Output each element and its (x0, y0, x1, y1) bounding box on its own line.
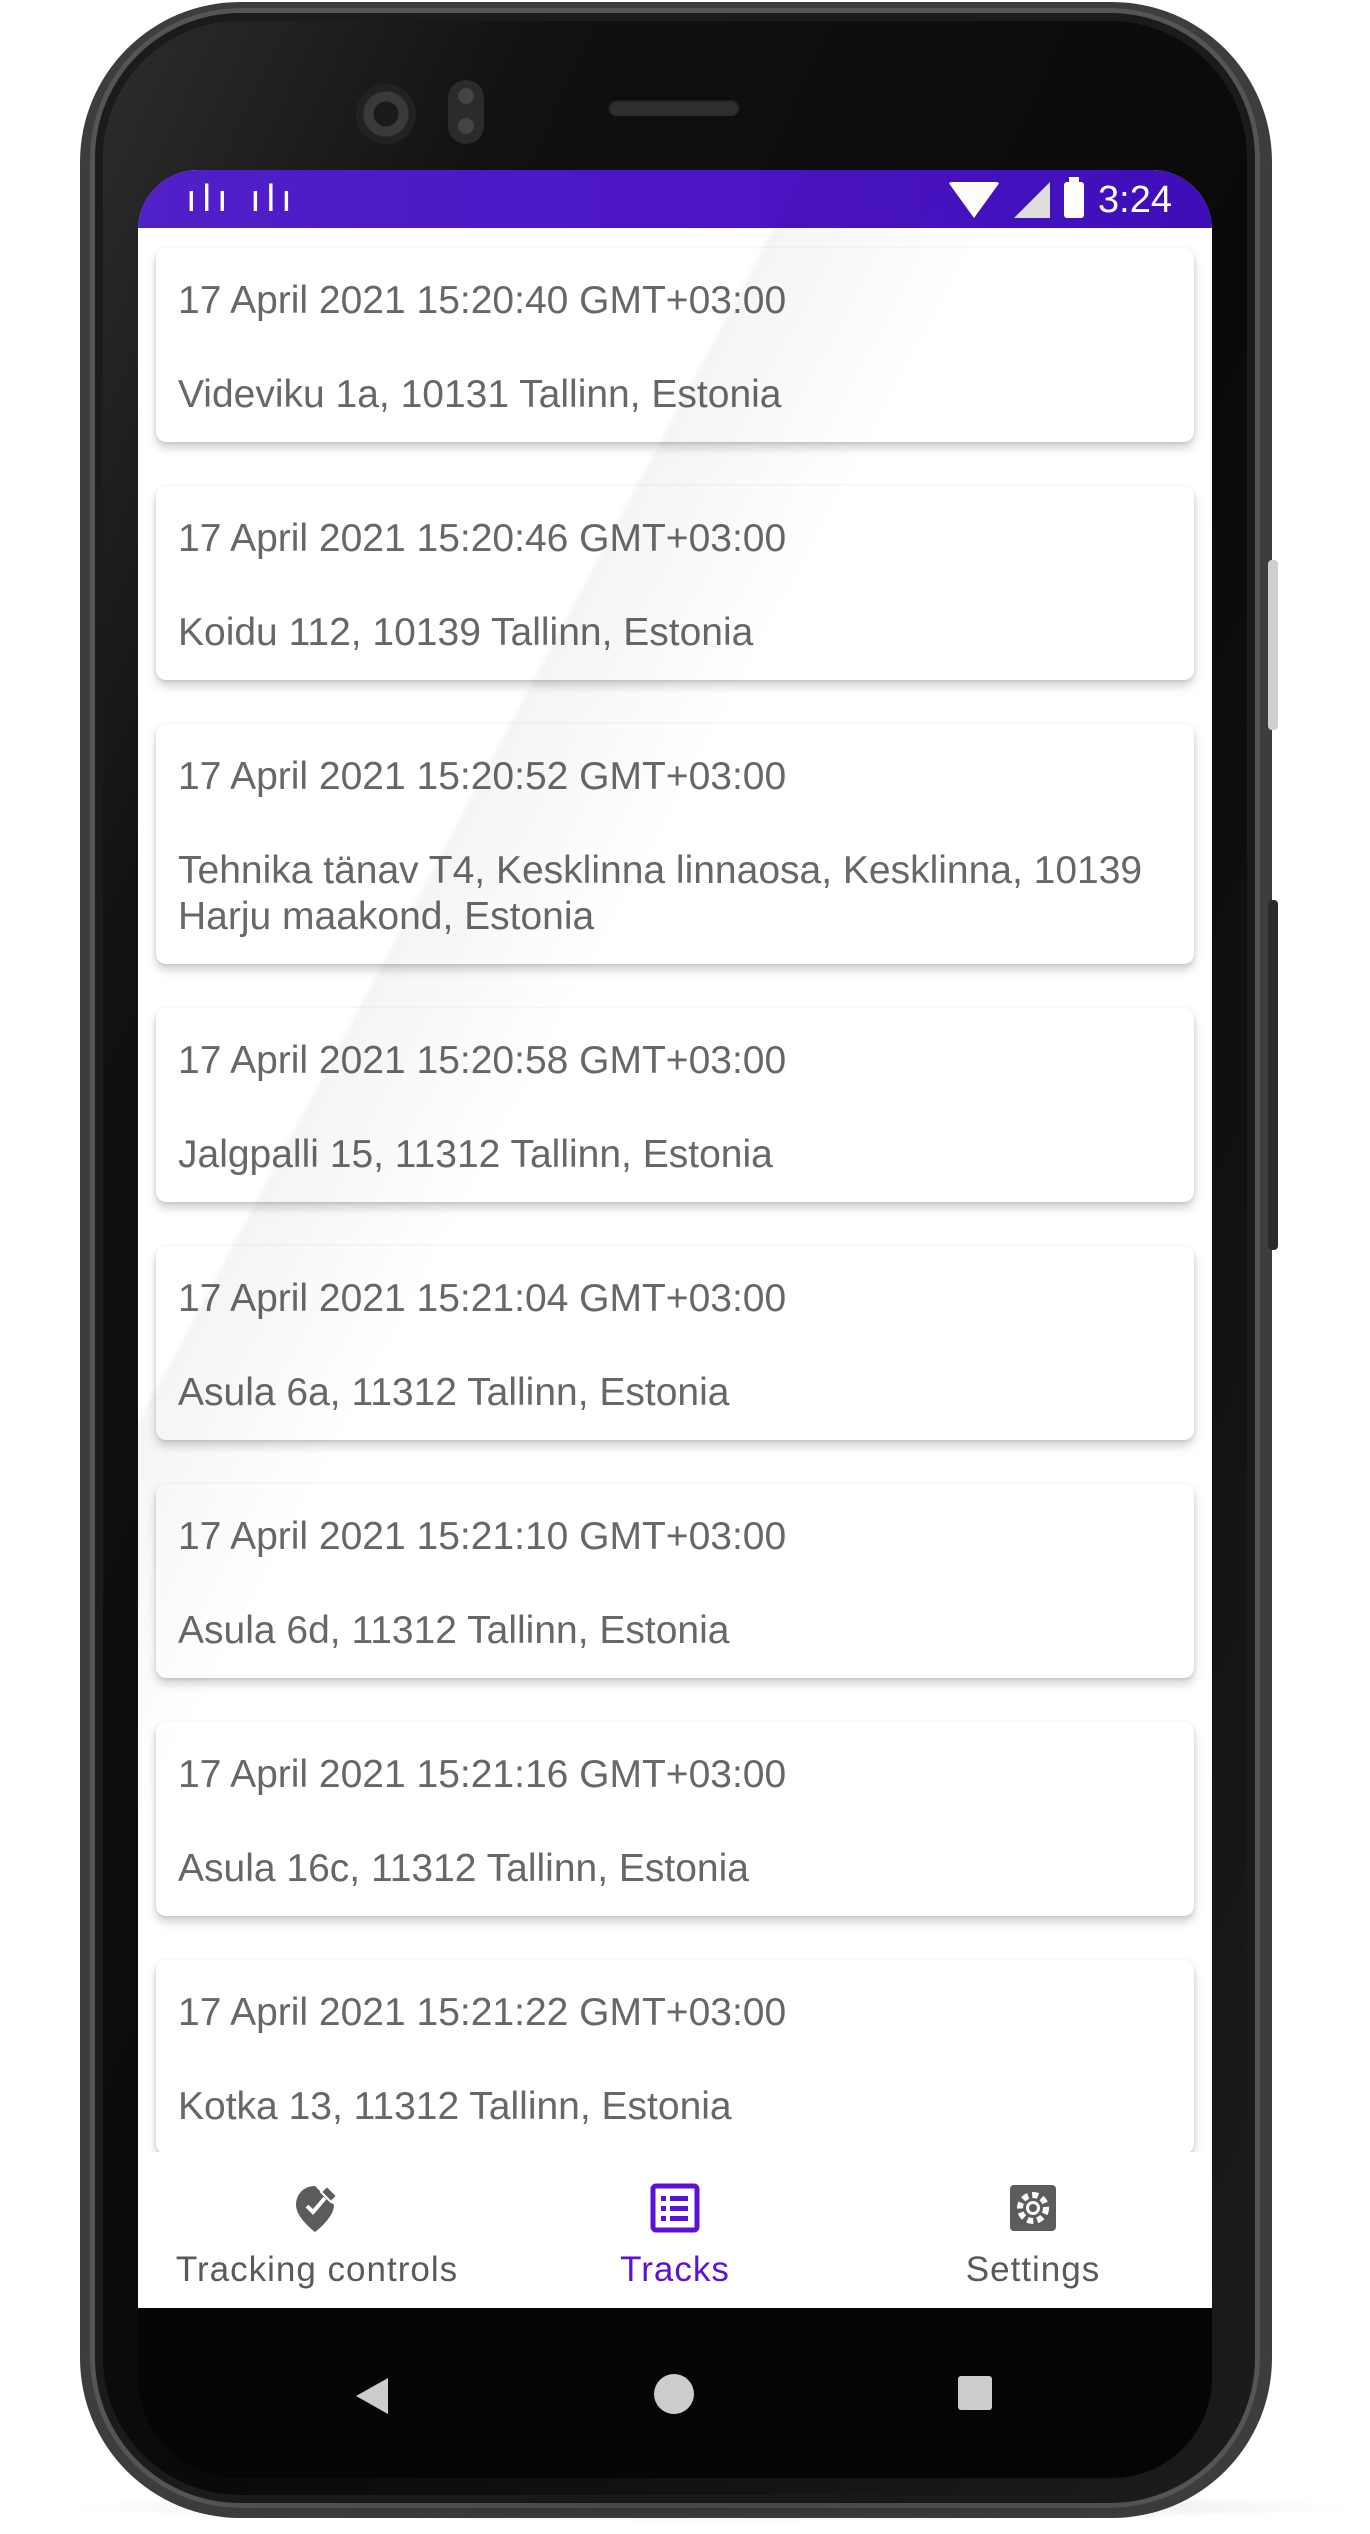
location-edit-icon (296, 2184, 339, 2232)
nav-label: Tracks (620, 2250, 730, 2289)
back-icon[interactable] (356, 2378, 388, 2414)
track-address: Jalgpalli 15, 11312 Tallinn, Estonia (178, 1133, 773, 1176)
track-card[interactable]: 17 April 2021 15:20:40 GMT+03:00 Videvik… (156, 248, 1194, 442)
status-time: 3:24 (1098, 178, 1172, 221)
recent-apps-icon[interactable] (958, 2376, 992, 2410)
volume-button (1268, 900, 1278, 1250)
track-card[interactable]: 17 April 2021 15:21:04 GMT+03:00 Asula 6… (156, 1246, 1194, 1440)
track-date: 17 April 2021 15:20:52 GMT+03:00 (178, 755, 787, 798)
track-address: Asula 6d, 11312 Tallinn, Estonia (178, 1609, 730, 1652)
track-date: 17 April 2021 15:20:46 GMT+03:00 (178, 517, 787, 560)
track-card[interactable]: 17 April 2021 15:21:22 GMT+03:00 Kotka 1… (156, 1960, 1194, 2154)
track-date: 17 April 2021 15:20:58 GMT+03:00 (178, 1039, 787, 1082)
track-address: Asula 16c, 11312 Tallinn, Estonia (178, 1847, 749, 1890)
track-card[interactable]: 17 April 2021 15:21:16 GMT+03:00 Asula 1… (156, 1722, 1194, 1916)
nav-tracks[interactable]: Tracks (496, 2152, 854, 2308)
bottom-navigation: Tracking controls Tracks Settings (138, 2152, 1212, 2308)
nav-settings[interactable]: Settings (854, 2152, 1212, 2308)
track-date: 17 April 2021 15:21:16 GMT+03:00 (178, 1753, 787, 1796)
gear-icon (1010, 2185, 1056, 2231)
track-address: Asula 6a, 11312 Tallinn, Estonia (178, 1371, 730, 1414)
notification-icons: ılı ılı (186, 178, 298, 220)
wifi-icon (948, 182, 1001, 218)
track-address: Koidu 112, 10139 Tallinn, Estonia (178, 611, 754, 654)
nav-label: Tracking controls (175, 2250, 459, 2289)
track-address: Videviku 1a, 10131 Tallinn, Estonia (178, 373, 782, 416)
cell-signal-icon (1014, 182, 1051, 218)
nav-tracking-controls[interactable]: Tracking controls (138, 2152, 496, 2308)
track-card[interactable]: 17 April 2021 15:20:52 GMT+03:00 Tehnika… (156, 724, 1194, 964)
power-button (1268, 560, 1278, 730)
track-card[interactable]: 17 April 2021 15:20:58 GMT+03:00 Jalgpal… (156, 1008, 1194, 1202)
front-camera (356, 84, 416, 144)
track-address: Kotka 13, 11312 Tallinn, Estonia (178, 2085, 732, 2128)
track-card[interactable]: 17 April 2021 15:21:10 GMT+03:00 Asula 6… (156, 1484, 1194, 1678)
track-address: Tehnika tänav T4, Kesklinna linnaosa, Ke… (178, 849, 1143, 938)
battery-icon (1064, 177, 1085, 218)
track-date: 17 April 2021 15:21:10 GMT+03:00 (178, 1515, 787, 1558)
home-icon[interactable] (654, 2374, 694, 2414)
proximity-sensor (448, 80, 484, 144)
tracks-list[interactable]: 17 April 2021 15:20:40 GMT+03:00 Videvik… (138, 228, 1212, 2228)
phone-shadow (60, 2492, 1370, 2522)
list-icon (650, 2183, 700, 2233)
track-date: 17 April 2021 15:20:40 GMT+03:00 (178, 279, 787, 322)
status-bar: ılı ılı 3:24 (138, 170, 1212, 228)
system-navigation-bar (138, 2308, 1212, 2478)
track-date: 17 April 2021 15:21:22 GMT+03:00 (178, 1991, 787, 2034)
app-screen: ılı ılı 3:24 17 April 2021 15:20:40 GMT+… (138, 170, 1212, 2308)
earpiece-speaker (608, 98, 740, 116)
track-date: 17 April 2021 15:21:04 GMT+03:00 (178, 1277, 787, 1320)
track-card[interactable]: 17 April 2021 15:20:46 GMT+03:00 Koidu 1… (156, 486, 1194, 680)
nav-label: Settings (965, 2250, 1101, 2289)
